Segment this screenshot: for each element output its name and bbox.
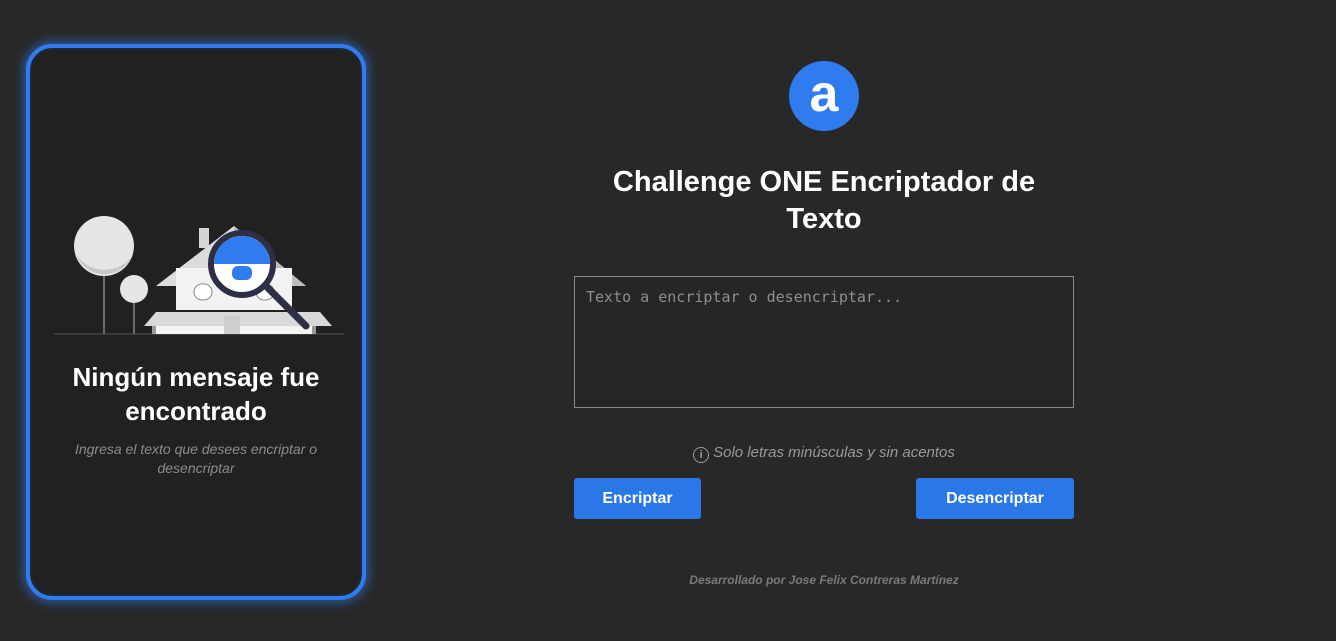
empty-result-title: Ningún mensaje fue encontrado bbox=[72, 362, 320, 426]
footer-credits: Desarrollado por Jose Felix Contreras Ma… bbox=[689, 573, 959, 587]
result-panel: Ningún mensaje fue encontrado Ingresa el… bbox=[26, 44, 366, 600]
app-root: Ningún mensaje fue encontrado Ingresa el… bbox=[0, 0, 1336, 641]
logo-letter: a bbox=[810, 65, 840, 123]
decrypt-button[interactable]: Desencriptar bbox=[916, 478, 1074, 519]
page-title: Challenge ONE Encriptador de Texto bbox=[612, 166, 1036, 235]
message-input[interactable] bbox=[574, 276, 1074, 408]
empty-result-subtitle: Ingresa el texto que desees encriptar o … bbox=[74, 441, 318, 476]
encrypt-button[interactable]: Encriptar bbox=[574, 478, 701, 519]
alura-logo-icon: a bbox=[789, 61, 859, 131]
info-icon: i bbox=[693, 447, 710, 463]
house-magnifier-illustration bbox=[54, 216, 344, 335]
hint-text: Solo letras minúsculas y sin acentos bbox=[713, 444, 955, 461]
input-hint: i Solo letras minúsculas y sin acentos bbox=[574, 443, 1074, 463]
